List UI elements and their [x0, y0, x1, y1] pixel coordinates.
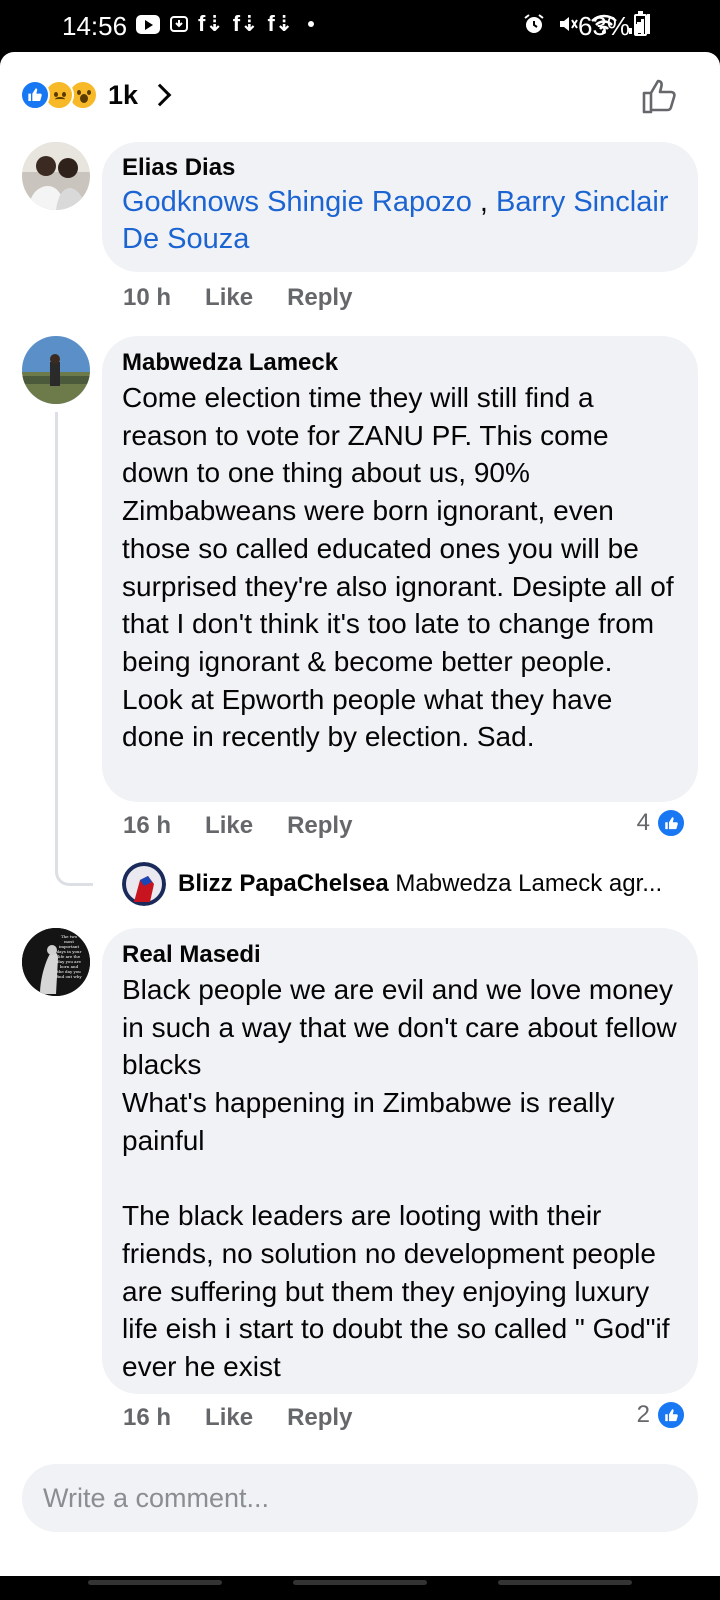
- comment-actions: 16 h Like Reply: [123, 1404, 352, 1432]
- comment-tags: Godknows Shingie Rapozo , Barry Sinclair…: [122, 184, 678, 258]
- avatar[interactable]: The two most important days in your life…: [22, 928, 90, 996]
- battery-icon: [634, 11, 647, 36]
- battery-percentage: 63%: [578, 11, 631, 41]
- avatar[interactable]: [22, 142, 90, 210]
- like-button[interactable]: Like: [205, 284, 253, 312]
- comment-bubble[interactable]: Mabwedza Lameck Come election time they …: [102, 336, 698, 802]
- comments-sheet: 1k Elias Dias Godknows Shingie Rapozo , …: [0, 52, 720, 1452]
- avatar-caption: The two most important days in your life…: [56, 934, 82, 979]
- comment-time: 10 h: [123, 284, 172, 311]
- reply-button[interactable]: Reply: [287, 284, 352, 312]
- like-count-value: 4: [636, 809, 650, 836]
- comment-time: 16 h: [123, 1404, 172, 1431]
- like-reaction-icon: [656, 808, 686, 838]
- mute-icon: [560, 17, 578, 31]
- youtube-icon: [136, 14, 160, 34]
- comment-like-count[interactable]: 2: [637, 1400, 686, 1430]
- comment-bubble[interactable]: Real Masedi Black people we are evil and…: [102, 928, 698, 1394]
- status-time: 14:56: [62, 11, 128, 41]
- like-reaction-icon: [20, 80, 50, 110]
- nav-back-button[interactable]: [498, 1580, 632, 1585]
- comment-text: Black people we are evil and we love mon…: [122, 974, 677, 1383]
- facebook-download-icon: f⇣: [232, 11, 259, 36]
- like-reaction-icon: [656, 1400, 686, 1430]
- reply-thread-line: [55, 412, 93, 886]
- facebook-download-icon: f⇣: [198, 11, 224, 36]
- tagged-user-link[interactable]: Godknows Shingie Rapozo: [122, 186, 472, 218]
- reply-button[interactable]: Reply: [287, 812, 352, 840]
- alarm-icon: [524, 14, 544, 33]
- comment-author[interactable]: Mabwedza Lameck: [122, 347, 678, 379]
- comment-like-count[interactable]: 4: [637, 808, 686, 838]
- chevron-right-icon: [148, 83, 172, 107]
- comment-text: Come election time they will still find …: [122, 382, 682, 753]
- reply-avatar[interactable]: [122, 862, 166, 906]
- notification-icons: f⇣ f⇣ f⇣: [136, 11, 315, 36]
- comment-author[interactable]: Real Masedi: [122, 939, 678, 971]
- comment-author[interactable]: Elias Dias: [122, 152, 678, 184]
- reaction-count: 1k: [108, 79, 139, 110]
- tag-separator: ,: [471, 186, 496, 218]
- reply-snippet: Mabwedza Lameck agr...: [395, 870, 663, 897]
- nav-recents-button[interactable]: [88, 1580, 222, 1585]
- like-outline-icon[interactable]: [640, 76, 680, 116]
- status-bar: 14:56 f⇣ f⇣ f⇣ 63%: [0, 0, 720, 52]
- reply-author[interactable]: Blizz PapaChelsea: [178, 870, 389, 897]
- comment-time: 16 h: [123, 812, 172, 839]
- reply-preview-text: Blizz PapaChelsea Mabwedza Lameck agr...: [178, 870, 688, 898]
- comment-actions: 16 h Like Reply: [123, 812, 352, 840]
- reply-button[interactable]: Reply: [287, 1404, 352, 1432]
- like-button[interactable]: Like: [205, 1404, 253, 1432]
- download-icon: [170, 16, 188, 32]
- comment-actions: 10 h Like Reply: [123, 284, 352, 312]
- comment-input[interactable]: [22, 1464, 698, 1532]
- reactions-summary[interactable]: 1k: [20, 76, 172, 114]
- avatar[interactable]: [22, 336, 90, 404]
- system-navigation-bar: [0, 1576, 720, 1600]
- nav-home-button[interactable]: [293, 1580, 427, 1585]
- comment-composer: [0, 1452, 720, 1576]
- reply-preview[interactable]: Blizz PapaChelsea Mabwedza Lameck agr...: [122, 862, 688, 906]
- facebook-download-icon: f⇣: [267, 11, 294, 36]
- more-notifications-dot: [308, 21, 315, 27]
- like-count-value: 2: [636, 1401, 650, 1428]
- comment-bubble[interactable]: Elias Dias Godknows Shingie Rapozo , Bar…: [102, 142, 698, 272]
- like-button[interactable]: Like: [205, 812, 253, 840]
